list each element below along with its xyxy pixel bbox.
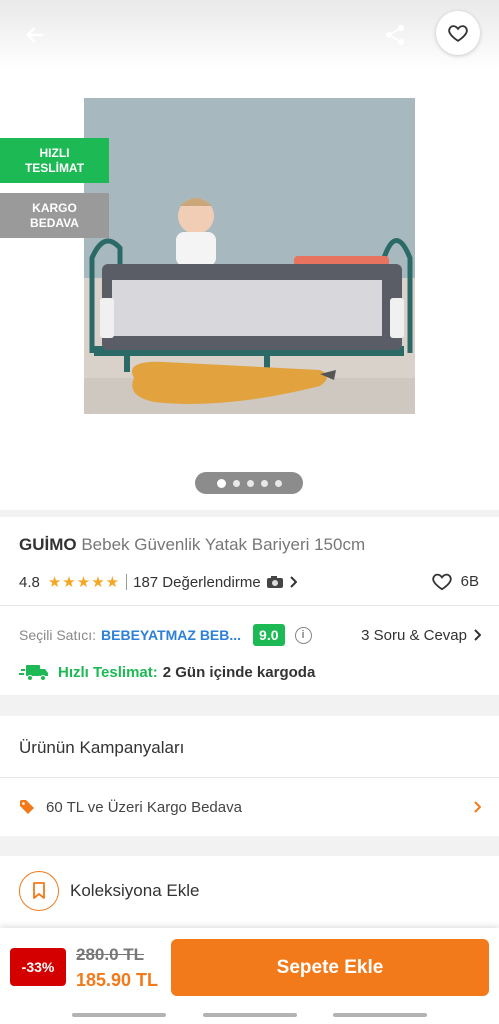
- pagination-dot[interactable]: [274, 479, 282, 487]
- delivery-label: Hızlı Teslimat:: [58, 663, 158, 681]
- qa-link[interactable]: 3 Soru & Cevap: [361, 627, 481, 644]
- bookmark-icon: [19, 871, 59, 911]
- like-count: 6B: [460, 572, 479, 590]
- pagination-dot[interactable]: [260, 479, 268, 487]
- gallery-pagination: [195, 472, 303, 494]
- delivery-row: Hızlı Teslimat: 2 Gün içinde kargoda: [19, 661, 315, 683]
- separator: [126, 574, 128, 590]
- divider: [0, 777, 499, 778]
- share-button[interactable]: [378, 18, 412, 52]
- badge-line: HIZLI: [39, 145, 70, 160]
- purchase-bar: -33% 280.0 TL 185.90 TL Sepete Ekle: [0, 928, 499, 1024]
- collection-label: Koleksiyona Ekle: [70, 881, 200, 900]
- campaigns-title: Ürünün Kampanyaları: [19, 738, 185, 757]
- favorite-button[interactable]: [436, 11, 480, 55]
- nav-gesture-bar: [203, 1013, 297, 1017]
- nav-gesture-bar: [72, 1013, 166, 1017]
- review-count: 187 Değerlendirme: [133, 573, 261, 591]
- product-name: Bebek Güvenlik Yatak Bariyeri 150cm: [81, 535, 366, 554]
- tag-icon: [20, 800, 34, 814]
- add-to-cart-button[interactable]: Sepete Ekle: [171, 939, 489, 996]
- rating-value: 4.8: [19, 573, 40, 591]
- qa-label: 3 Soru & Cevap: [361, 626, 467, 644]
- back-button[interactable]: [18, 18, 52, 52]
- product-gallery[interactable]: HIZLI TESLİMAT KARGO BEDAVA: [0, 70, 499, 510]
- arrow-left-icon: [26, 27, 44, 43]
- reviews-link[interactable]: 187 Değerlendirme: [133, 574, 297, 591]
- add-to-collection-row[interactable]: Koleksiyona Ekle: [0, 856, 499, 928]
- badge-line: TESLİMAT: [24, 160, 85, 175]
- seller-row: Seçili Satıcı: BEBEYATMAZ BEB... 9.0 i 3…: [19, 623, 481, 647]
- pagination-dot[interactable]: [232, 479, 240, 487]
- current-price: 185.90 TL: [76, 970, 159, 990]
- badge-line: KARGO: [32, 200, 77, 215]
- seller-score-badge: 9.0: [253, 624, 285, 646]
- fast-delivery-badge: HIZLI TESLİMAT: [0, 138, 109, 183]
- like-counter[interactable]: 6B: [431, 571, 479, 591]
- divider: [0, 605, 499, 606]
- free-cargo-badge: KARGO BEDAVA: [0, 193, 109, 238]
- chevron-right-icon: [473, 797, 482, 818]
- discount-badge: -33%: [10, 948, 66, 986]
- rating-row: 4.8 ★★★★★ 187 Değerlendirme 6B: [19, 571, 479, 593]
- campaign-text: 60 TL ve Üzeri Kargo Bedava: [46, 798, 242, 816]
- share-icon: [386, 25, 404, 45]
- delivery-truck-icon: [19, 665, 48, 681]
- campaign-item[interactable]: 60 TL ve Üzeri Kargo Bedava: [19, 796, 482, 818]
- top-bar: [0, 0, 499, 70]
- pagination-dot-active[interactable]: [216, 478, 226, 488]
- pagination-dot[interactable]: [246, 479, 254, 487]
- chevron-right-icon: [474, 629, 481, 641]
- heart-outline-icon: [431, 573, 452, 591]
- product-title: GUİMO Bebek Güvenlik Yatak Bariyeri 150c…: [19, 535, 365, 555]
- seller-name-link[interactable]: BEBEYATMAZ BEB...: [101, 627, 241, 643]
- info-icon[interactable]: i: [294, 626, 312, 644]
- brand-name[interactable]: GUİMO: [19, 535, 77, 554]
- badge-line: BEDAVA: [30, 215, 79, 230]
- old-price: 280.0 TL: [76, 945, 145, 964]
- camera-icon: [266, 576, 283, 588]
- delivery-text: 2 Gün içinde kargoda: [162, 663, 316, 681]
- product-photo: [84, 98, 415, 414]
- seller-label: Seçili Satıcı:: [19, 627, 97, 643]
- chevron-right-icon: [289, 576, 297, 588]
- product-image[interactable]: [84, 98, 415, 414]
- nav-gesture-bar: [333, 1013, 427, 1017]
- product-info-card: GUİMO Bebek Güvenlik Yatak Bariyeri 150c…: [0, 517, 499, 695]
- campaigns-section: Ürünün Kampanyaları 60 TL ve Üzeri Kargo…: [0, 716, 499, 836]
- star-rating-icons: ★★★★★: [47, 574, 121, 591]
- heart-icon: [448, 25, 468, 42]
